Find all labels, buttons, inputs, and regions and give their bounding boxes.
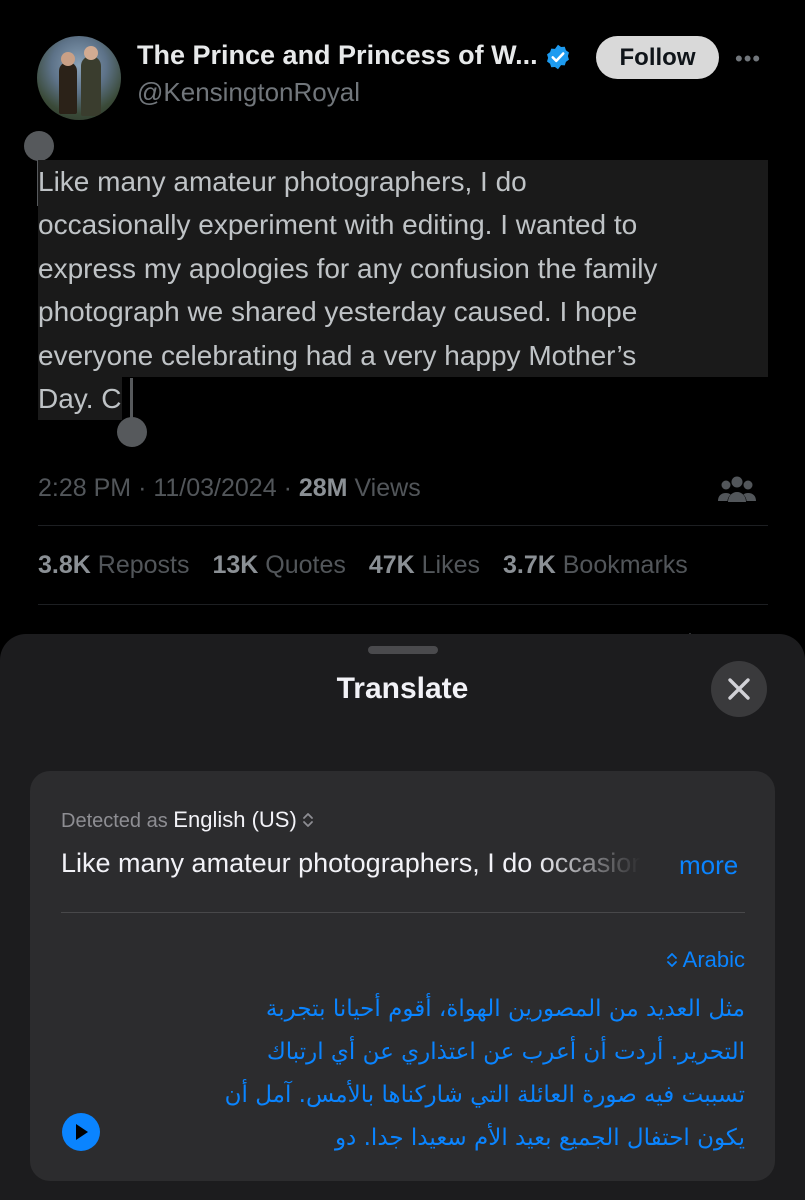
avatar-figure — [81, 56, 101, 116]
quotes-count: 13K — [212, 551, 259, 579]
detected-prefix: Detected as — [61, 810, 168, 832]
divider — [61, 912, 745, 913]
tweet-text-line: occasionally experiment with editing. I … — [38, 203, 768, 247]
likes-count: 47K — [368, 551, 415, 579]
selection-handle-end[interactable] — [117, 417, 147, 447]
tweet-meta: 2:28 PM · 11/03/2024 · 28M Views — [38, 474, 421, 503]
views-count: 28M — [298, 474, 348, 502]
translated-text: مثل العديد من المصورين الهواة، أقوم أحيا… — [105, 988, 745, 1160]
chevron-up-down-icon — [303, 813, 314, 827]
tweet-text[interactable]: Like many amateur photographers, I do oc… — [38, 160, 768, 421]
tweet-text-line: everyone celebrating had a very happy Mo… — [38, 333, 768, 378]
tweet-text-line: photograph we shared yesterday caused. I… — [38, 290, 768, 334]
sheet-grabber[interactable] — [368, 646, 438, 654]
selection-handle-start[interactable] — [24, 131, 54, 161]
play-icon — [76, 1124, 88, 1140]
tweet-text-line: Like many amateur photographers, I do — [38, 160, 768, 204]
action-bar-icons — [102, 632, 694, 636]
views-label: Views — [354, 474, 421, 502]
divider — [38, 604, 768, 605]
tweet-detail: The Prince and Princess of W... @Kensing… — [0, 0, 805, 640]
detected-language-value: English (US) — [173, 807, 297, 832]
meta-separator: · — [283, 474, 299, 502]
target-language[interactable]: Arabic — [666, 947, 745, 973]
close-button[interactable] — [711, 661, 767, 717]
tweet-text-line: express my apologies for any confusion t… — [38, 246, 768, 291]
selection-handle-end-bar — [130, 378, 133, 422]
meta-separator: · — [138, 474, 154, 502]
author-avatar[interactable] — [37, 36, 121, 120]
quotes-label: Quotes — [265, 551, 346, 579]
quotes-stat[interactable]: 13K Quotes — [212, 551, 345, 579]
detected-language[interactable]: Detected as English (US) — [61, 807, 314, 833]
reposts-stat[interactable]: 3.8K Reposts — [38, 551, 189, 579]
tweet-date: 11/03/2024 — [153, 474, 277, 502]
author-handle[interactable]: @KensingtonRoyal — [137, 77, 360, 108]
more-dots-icon[interactable]: ••• — [735, 46, 761, 72]
translation-card: Detected as English (US) Like many amate… — [30, 771, 775, 1181]
target-language-value: Arabic — [682, 947, 745, 972]
author-name[interactable]: The Prince and Princess of W... — [137, 40, 538, 71]
divider — [38, 525, 768, 526]
chevron-up-down-icon — [666, 953, 677, 967]
sheet-title: Translate — [336, 672, 469, 705]
more-link[interactable]: more — [679, 850, 738, 881]
translated-line: مثل العديد من المصورين الهواة، أقوم أحيا… — [265, 996, 745, 1022]
likes-label: Likes — [421, 551, 481, 579]
play-button[interactable] — [62, 1113, 100, 1151]
follow-button[interactable]: Follow — [596, 36, 719, 79]
engagement-stats: 3.8K Reposts 13K Quotes 47K Likes 3.7K B… — [38, 551, 704, 580]
people-icon[interactable] — [718, 474, 756, 504]
avatar-figure — [59, 62, 77, 114]
tweet-text-line: Day. C — [38, 377, 122, 421]
tweet-time: 2:28 PM — [38, 474, 132, 502]
translated-line: تسببت فيه صورة العائلة التي شاركناها بال… — [224, 1082, 745, 1108]
bookmarks-count: 3.7K — [502, 551, 556, 579]
verified-badge-icon — [547, 44, 569, 70]
source-text: Like many amateur photographers, I do oc… — [61, 848, 641, 878]
translate-sheet: Translate Detected as English (US) Like … — [0, 634, 805, 1200]
translated-line: يكون احتفال الجميع بعيد الأم سعيدا جدا. … — [334, 1125, 745, 1151]
reposts-count: 3.8K — [38, 551, 91, 579]
avatar-figure — [61, 52, 75, 66]
bookmarks-stat[interactable]: 3.7K Bookmarks — [503, 551, 688, 579]
bookmarks-label: Bookmarks — [562, 551, 688, 579]
avatar-figure — [84, 46, 98, 60]
close-icon — [728, 678, 750, 700]
translated-line: التحرير. أردت أن أعرب عن اعتذاري عن أي ا… — [266, 1039, 745, 1065]
likes-stat[interactable]: 47K Likes — [369, 551, 480, 579]
reposts-label: Reposts — [97, 551, 190, 579]
